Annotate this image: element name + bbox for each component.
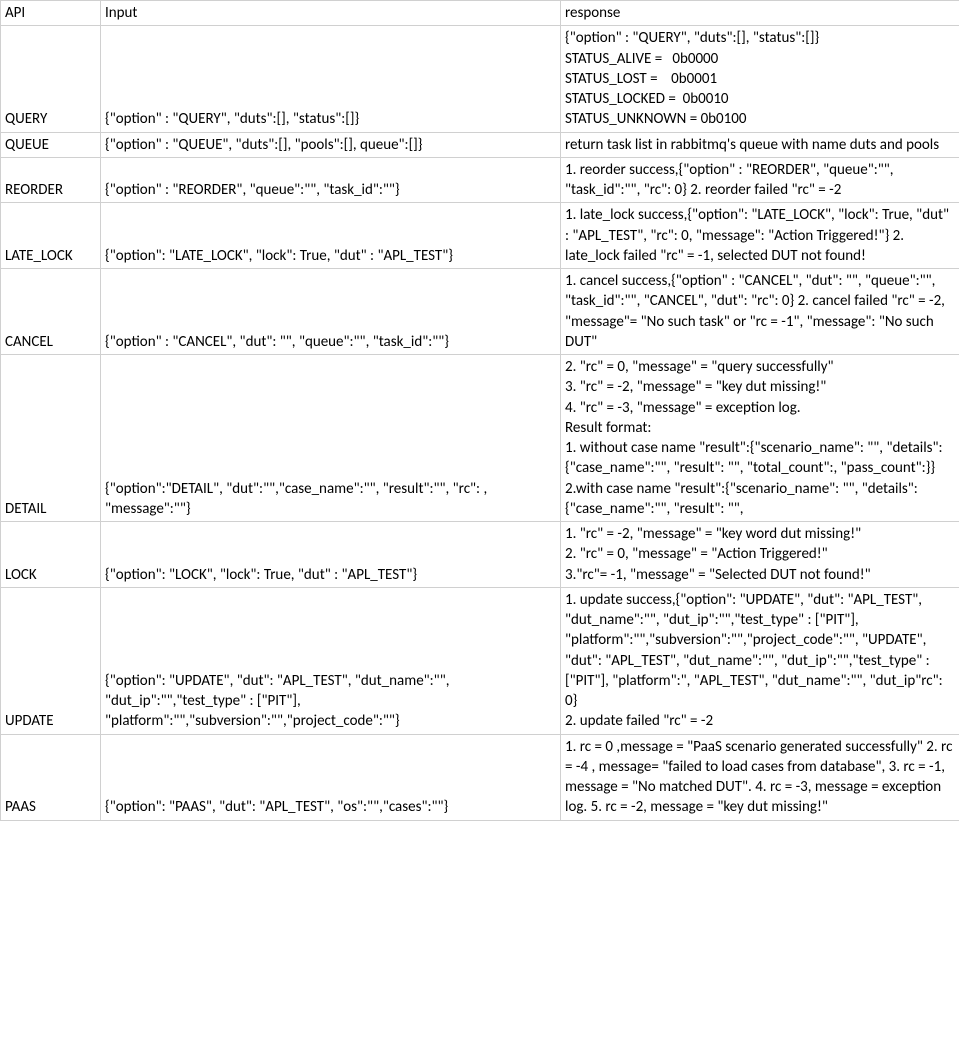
cell-input: {"option": "LATE_LOCK", "lock": True, "d… <box>101 203 561 269</box>
cell-input: {"option": "LOCK", "lock": True, "dut" :… <box>101 522 561 588</box>
cell-response: 1. late_lock success,{"option": "LATE_LO… <box>561 203 959 269</box>
cell-response: 1. rc = 0 ,message = "PaaS scenario gene… <box>561 734 959 820</box>
cell-response: {"option" : "QUERY", "duts":[], "status"… <box>561 26 959 132</box>
table-row: QUEUE {"option" : "QUEUE", "duts":[], "p… <box>1 132 959 157</box>
table-header-row: API Input response <box>1 1 959 26</box>
table-row: LATE_LOCK {"option": "LATE_LOCK", "lock"… <box>1 203 959 269</box>
cell-response: 2. "rc" = 0, "message" = "query successf… <box>561 355 959 522</box>
cell-input: {"option": "UPDATE", "dut": "APL_TEST", … <box>101 587 561 734</box>
cell-input: {"option":"DETAIL", "dut":"","case_name"… <box>101 355 561 522</box>
cell-input: {"option" : "CANCEL", "dut": "", "queue"… <box>101 269 561 355</box>
cell-api: DETAIL <box>1 355 101 522</box>
cell-api: CANCEL <box>1 269 101 355</box>
cell-input: {"option" : "QUERY", "duts":[], "status"… <box>101 26 561 132</box>
cell-api: REORDER <box>1 157 101 203</box>
header-response: response <box>561 1 959 26</box>
cell-response: 1. update success,{"option": "UPDATE", "… <box>561 587 959 734</box>
table-row: QUERY {"option" : "QUERY", "duts":[], "s… <box>1 26 959 132</box>
cell-response: 1. cancel success,{"option" : "CANCEL", … <box>561 269 959 355</box>
cell-input: {"option": "PAAS", "dut": "APL_TEST", "o… <box>101 734 561 820</box>
table-row: REORDER {"option" : "REORDER", "queue":"… <box>1 157 959 203</box>
cell-api: QUEUE <box>1 132 101 157</box>
table-row: PAAS {"option": "PAAS", "dut": "APL_TEST… <box>1 734 959 820</box>
api-table: API Input response QUERY {"option" : "QU… <box>0 0 959 821</box>
header-api: API <box>1 1 101 26</box>
table-row: UPDATE {"option": "UPDATE", "dut": "APL_… <box>1 587 959 734</box>
cell-response: 1. reorder success,{"option" : "REORDER"… <box>561 157 959 203</box>
cell-api: LOCK <box>1 522 101 588</box>
cell-input: {"option" : "REORDER", "queue":"", "task… <box>101 157 561 203</box>
table-row: DETAIL {"option":"DETAIL", "dut":"","cas… <box>1 355 959 522</box>
cell-api: UPDATE <box>1 587 101 734</box>
cell-response: return task list in rabbitmq's queue wit… <box>561 132 959 157</box>
cell-api: LATE_LOCK <box>1 203 101 269</box>
table-row: CANCEL {"option" : "CANCEL", "dut": "", … <box>1 269 959 355</box>
cell-api: PAAS <box>1 734 101 820</box>
header-input: Input <box>101 1 561 26</box>
cell-api: QUERY <box>1 26 101 132</box>
cell-response: 1. "rc" = -2, "message" = "key word dut … <box>561 522 959 588</box>
table-row: LOCK {"option": "LOCK", "lock": True, "d… <box>1 522 959 588</box>
cell-input: {"option" : "QUEUE", "duts":[], "pools":… <box>101 132 561 157</box>
